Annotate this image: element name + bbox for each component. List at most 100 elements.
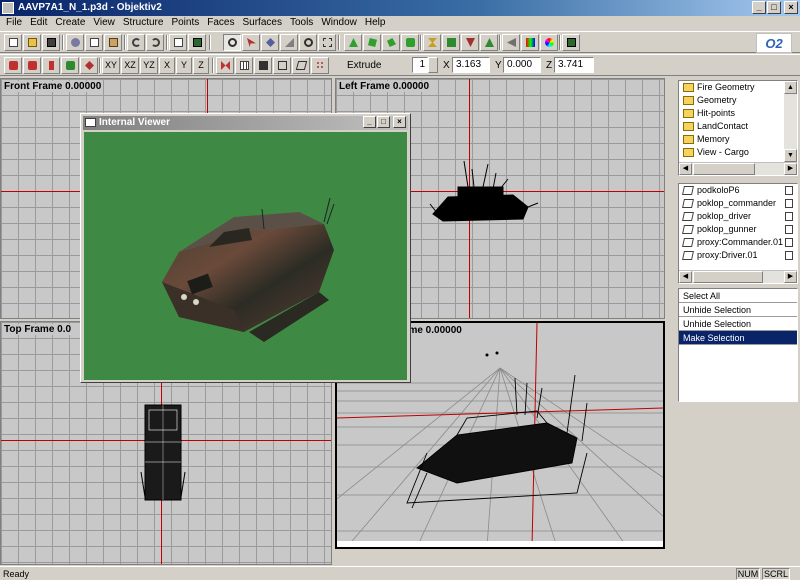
scroll-left-arrow-icon[interactable]: ◀ <box>679 271 692 283</box>
undo-button[interactable] <box>127 34 145 51</box>
create-face-button[interactable] <box>382 34 400 51</box>
menu-help[interactable]: Help <box>361 16 390 30</box>
internal-viewer-titlebar[interactable]: Internal Viewer _ □ × <box>83 116 408 130</box>
axis-y-button[interactable]: Y <box>176 57 192 74</box>
grid-button[interactable] <box>235 57 253 74</box>
open-file-button[interactable] <box>23 34 41 51</box>
scroll-thumb[interactable] <box>693 163 755 175</box>
axis-x-button[interactable]: X <box>159 57 175 74</box>
zoom-fit-button[interactable] <box>299 34 317 51</box>
internal-viewer-canvas[interactable] <box>84 132 407 380</box>
texture-button[interactable] <box>521 34 539 51</box>
axis-yz-button[interactable]: YZ <box>140 57 158 74</box>
lod-vertical-scrollbar[interactable]: ▲ ▼ <box>784 81 797 162</box>
z-coordinate-field[interactable]: 3.741 <box>554 57 594 73</box>
flip-button[interactable] <box>480 34 498 51</box>
pan-tool-button[interactable] <box>261 34 279 51</box>
create-triangle-button[interactable] <box>344 34 362 51</box>
viewer-maximize-button[interactable]: □ <box>377 116 390 128</box>
menu-make-selection[interactable]: Make Selection <box>679 331 797 345</box>
menu-window[interactable]: Window <box>317 16 361 30</box>
menu-select-all[interactable]: Select All <box>679 289 797 303</box>
lod-item[interactable]: Geometry <box>679 94 797 107</box>
box-view-button[interactable] <box>292 57 310 74</box>
hide-points-button[interactable] <box>23 57 41 74</box>
selection-item[interactable]: poklop_commander <box>679 197 797 210</box>
viewer-button[interactable] <box>188 34 206 51</box>
merge-button[interactable] <box>442 34 460 51</box>
selection-item[interactable]: poklop_driver <box>679 210 797 223</box>
viewer-close-button[interactable]: × <box>393 116 406 128</box>
delete-button[interactable] <box>42 57 60 74</box>
scroll-right-arrow-icon[interactable]: ▶ <box>784 271 797 283</box>
color-button[interactable] <box>540 34 558 51</box>
menu-unhide-selection[interactable]: Unhide Selection <box>679 303 797 317</box>
selection-item[interactable]: poklop_gunner <box>679 223 797 236</box>
menu-tools[interactable]: Tools <box>286 16 317 30</box>
menu-create[interactable]: Create <box>51 16 89 30</box>
selection-item[interactable]: proxy:Driver.01 <box>679 249 797 262</box>
lod-item[interactable]: LandContact <box>679 120 797 133</box>
lod-item[interactable]: Memory <box>679 133 797 146</box>
split-button[interactable] <box>461 34 479 51</box>
solid-view-button[interactable] <box>254 57 272 74</box>
scatter-button[interactable] <box>311 57 329 74</box>
menu-structure[interactable]: Structure <box>119 16 168 30</box>
lod-horizontal-scrollbar[interactable]: ◀ ▶ <box>679 162 797 175</box>
unhide-button[interactable] <box>61 57 79 74</box>
named-selections-panel[interactable]: podkoloP6 poklop_commander poklop_driver… <box>678 183 798 284</box>
viewer-minimize-button[interactable]: _ <box>363 116 376 128</box>
scroll-thumb[interactable] <box>693 271 763 283</box>
save-button[interactable] <box>42 34 60 51</box>
menu-edit[interactable]: Edit <box>26 16 51 30</box>
create-shape-button[interactable] <box>401 34 419 51</box>
selection-item[interactable]: proxy:Commander.01 <box>679 236 797 249</box>
lod-item[interactable]: Hit-points <box>679 107 797 120</box>
lod-item[interactable]: Fire Geometry <box>679 81 797 94</box>
open-model-button[interactable] <box>169 34 187 51</box>
export-button[interactable] <box>562 34 580 51</box>
axis-z-button[interactable]: Z <box>193 57 209 74</box>
mirror-button[interactable] <box>423 34 441 51</box>
copy-button[interactable] <box>85 34 103 51</box>
axis-xy-button[interactable]: XY <box>102 57 120 74</box>
transform-button[interactable] <box>80 57 98 74</box>
rotate-tool-button[interactable] <box>280 34 298 51</box>
cut-button[interactable] <box>66 34 84 51</box>
wire-view-button[interactable] <box>273 57 291 74</box>
y-coordinate-field[interactable]: 0.000 <box>503 57 541 73</box>
select-tool-button[interactable] <box>242 34 260 51</box>
maximize-button[interactable]: □ <box>767 1 781 14</box>
x-coordinate-field[interactable]: 3.163 <box>452 57 490 73</box>
menu-file[interactable]: File <box>2 16 26 30</box>
menu-faces[interactable]: Faces <box>203 16 238 30</box>
snap-button[interactable] <box>216 57 234 74</box>
selection-item[interactable]: podkoloP6 <box>679 184 797 197</box>
lock-points-button[interactable] <box>4 57 22 74</box>
close-button[interactable]: × <box>784 1 798 14</box>
scroll-up-arrow-icon[interactable]: ▲ <box>784 81 797 94</box>
axis-xz-button[interactable]: XZ <box>121 57 139 74</box>
extrude-spinner[interactable] <box>428 57 438 73</box>
lod-list-panel[interactable]: Fire Geometry Geometry Hit-points LandCo… <box>678 80 798 176</box>
scroll-left-arrow-icon[interactable]: ◀ <box>679 163 692 175</box>
zoom-tool-button[interactable] <box>223 34 241 51</box>
selection-context-menu[interactable]: Select All Unhide Selection Unhide Selec… <box>678 288 798 402</box>
scroll-right-arrow-icon[interactable]: ▶ <box>784 163 797 175</box>
menu-unhide-selection-2[interactable]: Unhide Selection <box>679 317 797 331</box>
selections-horizontal-scrollbar[interactable]: ◀ ▶ <box>679 270 797 283</box>
scroll-down-arrow-icon[interactable]: ▼ <box>784 149 797 162</box>
internal-viewer-window[interactable]: Internal Viewer _ □ × <box>80 113 411 383</box>
create-quad-button[interactable] <box>363 34 381 51</box>
lod-item[interactable]: View - Cargo <box>679 146 797 159</box>
new-file-button[interactable] <box>4 34 22 51</box>
menu-points[interactable]: Points <box>167 16 203 30</box>
weld-button[interactable] <box>502 34 520 51</box>
menu-surfaces[interactable]: Surfaces <box>238 16 285 30</box>
menu-view[interactable]: View <box>89 16 119 30</box>
paste-button[interactable] <box>104 34 122 51</box>
minimize-button[interactable]: _ <box>752 1 766 14</box>
redo-button[interactable] <box>146 34 164 51</box>
zoom-all-button[interactable] <box>318 34 336 51</box>
extrude-field[interactable]: 1 <box>412 57 428 73</box>
